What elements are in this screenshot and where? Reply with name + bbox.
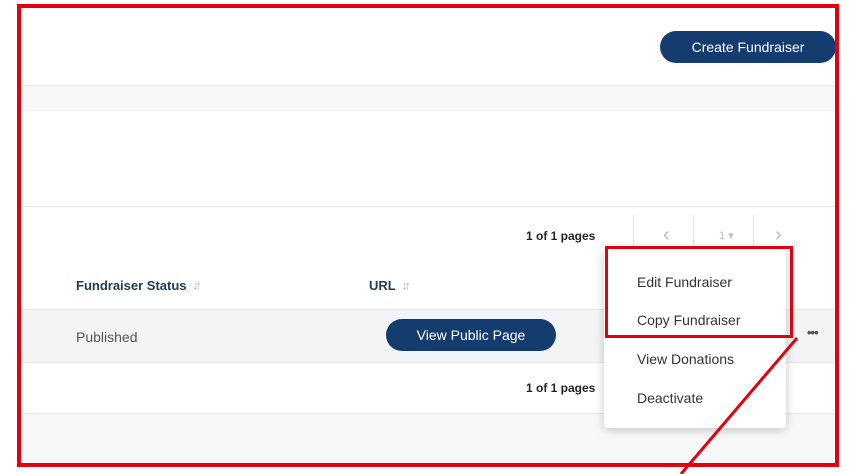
sort-icon[interactable]: ⇵	[193, 282, 201, 293]
menu-item-view-donations[interactable]: View Donations	[637, 351, 734, 367]
pagination-summary-top: 1 of 1 pages	[526, 229, 596, 243]
column-header-label: Fundraiser Status	[76, 278, 187, 293]
chevron-left-icon[interactable]: ‹	[663, 225, 670, 245]
annotation-highlight-box	[605, 246, 793, 338]
page-select[interactable]: 1 ▾	[719, 229, 734, 242]
sort-icon[interactable]: ⇵	[402, 282, 410, 293]
chevron-right-icon[interactable]: ›	[775, 225, 782, 245]
column-header-label: URL	[369, 278, 396, 293]
page-frame: Create Fundraiser 1 of 1 pages ‹ 1 ▾ › F…	[17, 4, 839, 467]
pagination-summary-bottom: 1 of 1 pages	[526, 381, 596, 395]
create-fundraiser-button[interactable]: Create Fundraiser	[660, 31, 835, 63]
column-header-url[interactable]: URL ⇵	[369, 278, 410, 293]
divider	[21, 110, 835, 111]
chevron-down-icon: ▾	[728, 230, 734, 242]
toolbar-band	[21, 86, 835, 110]
view-public-page-button[interactable]: View Public Page	[386, 319, 556, 351]
more-actions-icon[interactable]: •••	[807, 325, 819, 340]
menu-item-deactivate[interactable]: Deactivate	[637, 390, 703, 406]
divider	[21, 206, 835, 207]
status-cell: Published	[76, 329, 138, 345]
column-header-fundraiser-status[interactable]: Fundraiser Status ⇵	[76, 278, 201, 293]
page-number: 1	[719, 230, 726, 242]
